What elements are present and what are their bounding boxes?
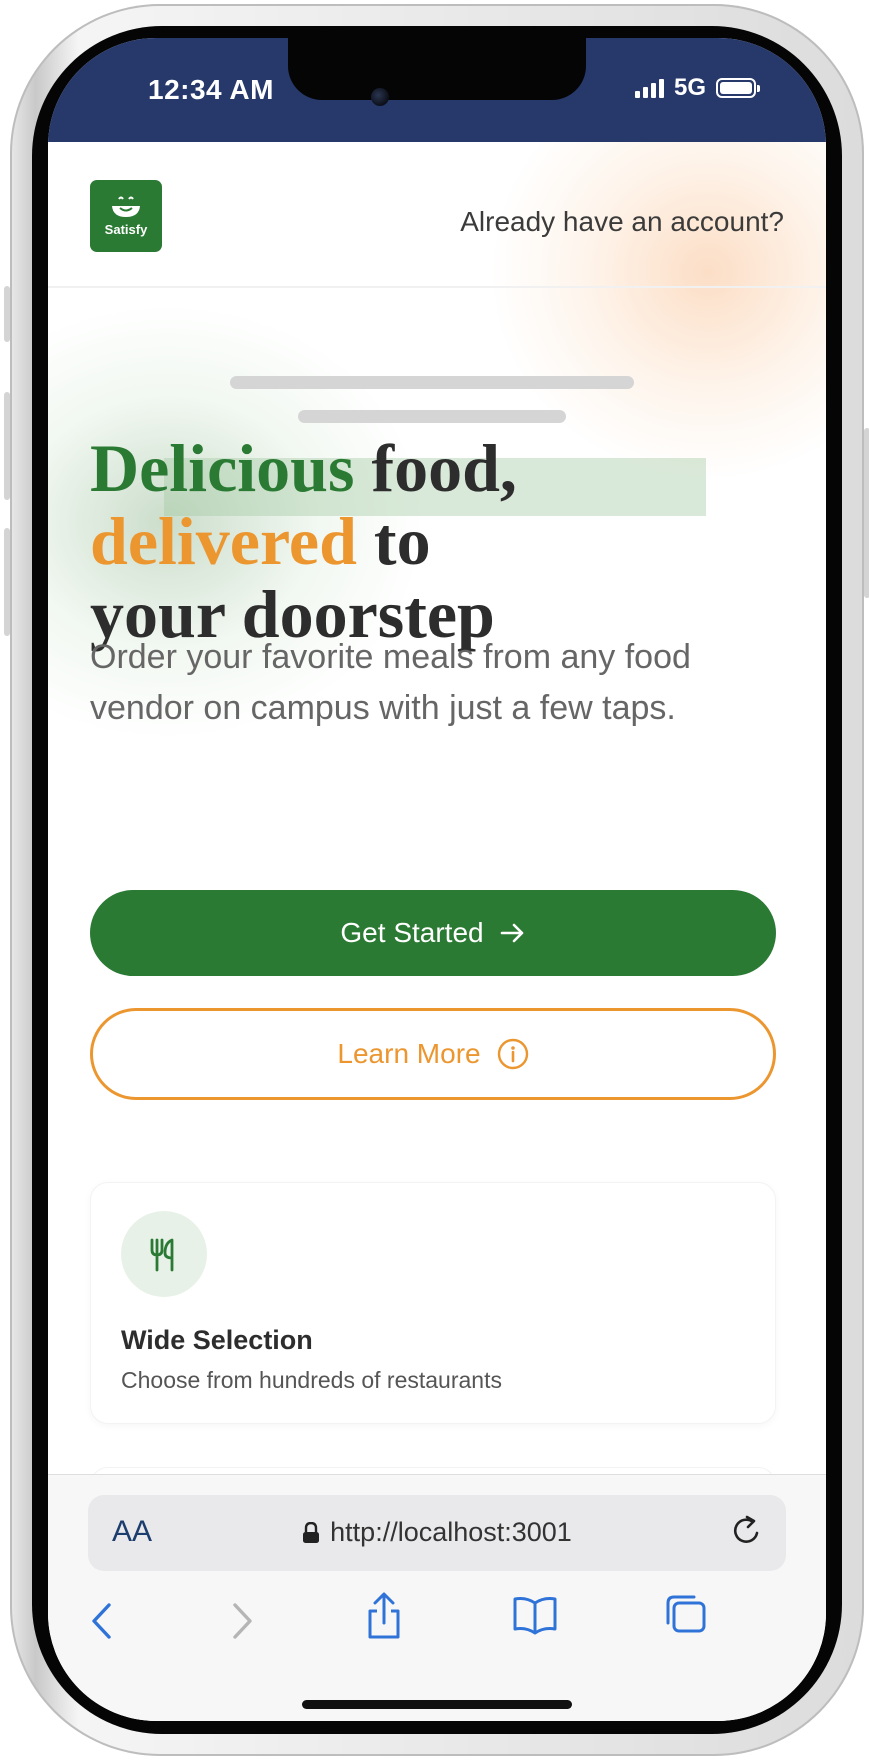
hero-subtext: Order your favorite meals from any food … [90, 638, 691, 727]
address-bar[interactable]: AA http://localhost:3001 [88, 1495, 786, 1571]
headline-text: to [356, 503, 431, 579]
feature-description: Choose from hundreds of restaurants [121, 1367, 502, 1393]
volume-up-button [4, 392, 10, 500]
signin-link[interactable]: Already have an account? [460, 206, 784, 238]
learn-more-label: Learn More [337, 1038, 481, 1069]
get-started-button[interactable]: Get Started [90, 890, 776, 976]
status-indicators: 5G [634, 74, 760, 102]
get-started-label: Get Started [340, 917, 484, 948]
battery-icon [716, 78, 760, 98]
status-time: 12:34 AM [148, 74, 274, 105]
bookmarks-icon[interactable] [511, 1595, 559, 1635]
share-icon[interactable] [364, 1591, 404, 1643]
utensils-icon [150, 1238, 174, 1272]
loading-skeleton-bar [298, 410, 566, 423]
forward-icon[interactable] [226, 1599, 256, 1643]
url-display[interactable]: http://localhost:3001 [88, 1517, 786, 1548]
feature-title: Wide Selection [121, 1325, 313, 1355]
satisfy-logo[interactable]: Satisfy [90, 180, 162, 252]
browser-toolbar [48, 1587, 826, 1657]
top-navigation: Satisfy Already have an account? [48, 142, 826, 288]
learn-more-button[interactable]: Learn More [90, 1008, 776, 1100]
notch [288, 38, 586, 100]
status-bar: 12:34 AM 5G [48, 38, 826, 142]
reload-icon[interactable] [730, 1513, 764, 1549]
headline-text: food, [354, 430, 517, 506]
tabs-icon[interactable] [664, 1593, 708, 1635]
camera [371, 88, 389, 106]
feature-icon-badge [121, 1211, 207, 1297]
network-label: 5G [673, 74, 706, 101]
landing-page: Satisfy Already have an account? Delicio… [48, 142, 826, 1602]
power-button [864, 428, 869, 598]
safari-bottom-bar: AA http://localhost:3001 [48, 1474, 826, 1721]
info-icon [497, 1038, 528, 1070]
loading-skeleton-bar [230, 376, 634, 389]
back-icon[interactable] [88, 1599, 118, 1643]
screen: 12:34 AM 5G Satisfy Already have an acco… [48, 38, 826, 1721]
smile-bowl-icon [112, 196, 140, 217]
home-indicator[interactable] [302, 1700, 572, 1709]
signal-icon [634, 78, 664, 98]
hero-headline: Delicious food, delivered to your doorst… [90, 432, 790, 651]
logo-text: Satisfy [104, 221, 148, 237]
feature-card: Wide Selection Choose from hundreds of r… [90, 1182, 776, 1424]
arrow-right-icon [500, 923, 523, 943]
url-text: http://localhost:3001 [330, 1517, 572, 1547]
mute-switch [4, 286, 10, 342]
headline-highlight-green: Delicious [90, 430, 355, 506]
lock-icon [303, 1521, 320, 1543]
volume-down-button [4, 528, 10, 636]
headline-highlight-orange: delivered [90, 503, 357, 579]
